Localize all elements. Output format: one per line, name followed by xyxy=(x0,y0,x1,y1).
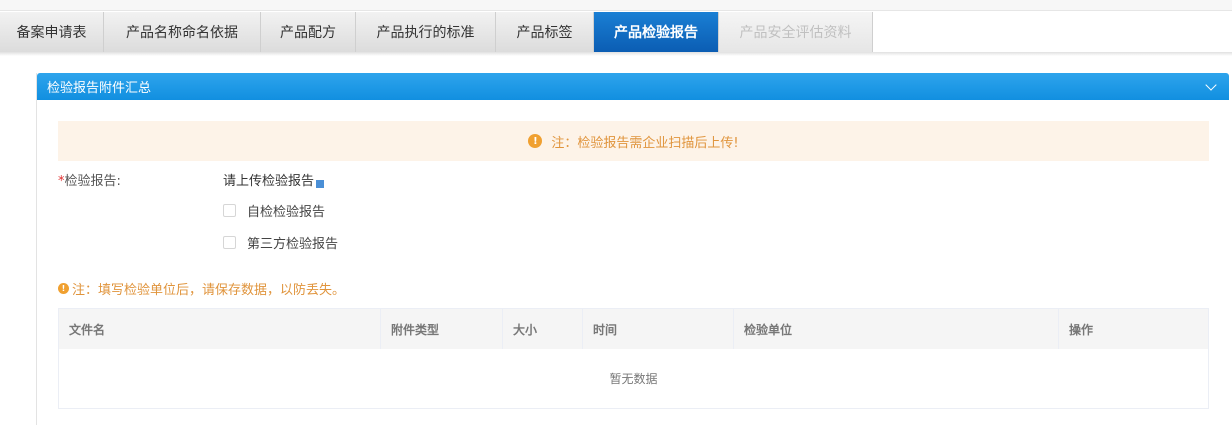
attachments-table: 文件名 附件类型 大小 时间 检验单位 操作 暂无数据 xyxy=(58,308,1209,409)
tab-bar: 备案申请表 产品名称命名依据 产品配方 产品执行的标准 产品标签 产品检验报告 … xyxy=(0,12,873,52)
warning-icon: ! xyxy=(528,134,543,148)
field-label-text: 检验报告: xyxy=(64,174,121,189)
empty-state: 暂无数据 xyxy=(609,372,658,386)
checkbox[interactable] xyxy=(223,236,236,249)
option-label: 第三方检验报告 xyxy=(247,237,339,252)
tab-bar-shadow xyxy=(0,52,1232,56)
warning-icon: ! xyxy=(58,283,69,294)
tab-standards[interactable]: 产品执行的标准 xyxy=(356,12,496,52)
report-panel: 检验报告附件汇总 ! 注：检验报告需企业扫描后上传! *检验报告: 请上传检验报… xyxy=(36,73,1229,425)
upload-hint[interactable]: 请上传检验报告 xyxy=(223,170,325,189)
upload-icon[interactable] xyxy=(316,179,325,188)
panel-header[interactable]: 检验报告附件汇总 xyxy=(37,73,1229,100)
field-label: *检验报告: xyxy=(58,170,121,189)
col-type: 附件类型 xyxy=(381,309,503,349)
upload-notice: ! 注：检验报告需企业扫描后上传! xyxy=(58,121,1209,161)
col-filename: 文件名 xyxy=(59,309,381,349)
tab-safety-assessment: 产品安全评估资料 xyxy=(719,12,873,52)
col-inspector: 检验单位 xyxy=(734,309,1059,349)
col-time: 时间 xyxy=(583,309,734,349)
checkbox[interactable] xyxy=(223,204,236,217)
notice-text: 注：检验报告需企业扫描后上传! xyxy=(551,135,739,151)
tab-naming-basis[interactable]: 产品名称命名依据 xyxy=(104,12,261,52)
save-note-text: 注：填写检验单位后，请保存数据，以防丢失。 xyxy=(72,283,346,298)
top-strip xyxy=(0,0,1232,11)
option-label: 自检检验报告 xyxy=(247,205,326,220)
col-actions: 操作 xyxy=(1069,322,1094,337)
table-header: 文件名 附件类型 大小 时间 检验单位 操作 xyxy=(59,309,1208,349)
tab-filing-form[interactable]: 备案申请表 xyxy=(0,12,104,52)
upload-hint-text: 请上传检验报告 xyxy=(223,174,315,189)
option-self-inspection[interactable]: 自检检验报告 xyxy=(223,201,325,220)
option-third-party[interactable]: 第三方检验报告 xyxy=(223,233,338,252)
tab-formula[interactable]: 产品配方 xyxy=(261,12,356,52)
panel-title: 检验报告附件汇总 xyxy=(47,81,152,96)
chevron-down-icon[interactable] xyxy=(1205,78,1217,91)
tab-inspection-report[interactable]: 产品检验报告 xyxy=(594,12,719,52)
col-size: 大小 xyxy=(503,309,583,349)
tab-label[interactable]: 产品标签 xyxy=(496,12,594,52)
save-note: ! 注：填写检验单位后，请保存数据，以防丢失。 xyxy=(58,279,345,298)
